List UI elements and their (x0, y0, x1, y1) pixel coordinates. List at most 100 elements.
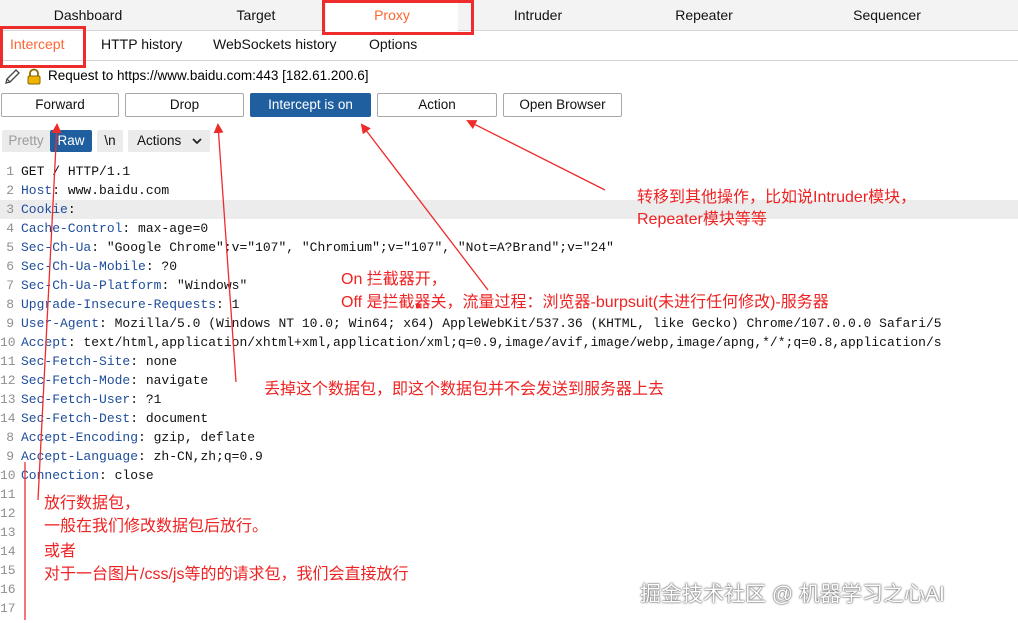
forward-note-line3: 或者 (44, 543, 77, 560)
editor-line[interactable]: 14 (0, 542, 1018, 561)
actions-menu-label: Actions (137, 133, 182, 148)
line-number: 14 (0, 544, 16, 559)
open-browser-button[interactable]: Open Browser (503, 93, 622, 117)
pencil-icon[interactable] (4, 68, 21, 85)
header-name: Upgrade-Insecure-Requests (21, 297, 217, 312)
header-value: : 1 (216, 297, 240, 312)
editor-line[interactable]: 9 User-Agent: Mozilla/5.0 (Windows NT 10.… (0, 314, 1018, 333)
newline-toggle[interactable]: \n (97, 130, 123, 152)
intercept-tab-highlight (0, 26, 86, 68)
line-content: Sec-Ch-Ua-Platform: "Windows" (21, 276, 247, 295)
header-name: GET (21, 164, 53, 179)
tab-http-history[interactable]: HTTP history (101, 31, 182, 61)
header-name: Accept (21, 335, 68, 350)
forward-note-line4: 对于一台图片/css/js等的的请求包，我们会直接放行 (44, 566, 409, 583)
header-value: : zh-CN,zh;q=0.9 (138, 449, 263, 464)
editor-line[interactable]: 1 GET / HTTP/1.1 (0, 162, 1018, 181)
proxy-sub-tab-bar: Intercept HTTP history WebSockets histor… (0, 31, 1018, 61)
line-content: Accept: text/html,application/xhtml+xml,… (21, 333, 942, 352)
editor-line[interactable]: 8 Accept-Encoding: gzip, deflate (0, 428, 1018, 447)
header-value: : none (130, 354, 178, 369)
line-content: Connection: close (21, 466, 154, 485)
drop-button[interactable]: Drop (125, 93, 244, 117)
line-number: 4 (6, 221, 14, 236)
line-number: 1 (6, 164, 14, 179)
chevron-down-icon (192, 138, 202, 145)
line-number: 14 (0, 411, 16, 426)
proxy-tab-highlight (322, 0, 474, 35)
line-number: 3 (6, 202, 14, 217)
header-name: Sec-Fetch-User (21, 392, 131, 407)
forward-note-line2: 一般在我们修改数据包后放行。 (44, 518, 269, 535)
header-value: : text/html,application/xhtml+xml,applic… (67, 335, 942, 350)
editor-line[interactable]: 14 Sec-Fetch-Dest: document (0, 409, 1018, 428)
line-content: Host: www.baidu.com (21, 181, 169, 200)
line-content: Sec-Ch-Ua-Mobile: ?0 (21, 257, 177, 276)
editor-line[interactable]: 10 Connection: close (0, 466, 1018, 485)
request-info: Request to https://www.baidu.com:443 [18… (0, 64, 1018, 88)
header-value: : Mozilla/5.0 (Windows NT 10.0; Win64; x… (99, 316, 942, 331)
top-tab-bar: Dashboard Target Proxy Intruder Repeater… (0, 0, 1018, 31)
header-value: : "Google Chrome";v="107", "Chromium";v=… (91, 240, 614, 255)
header-name: User-Agent (21, 316, 100, 331)
tab-options[interactable]: Options (369, 31, 417, 61)
line-content: Cookie: (21, 200, 76, 219)
line-content: Upgrade-Insecure-Requests: 1 (21, 295, 239, 314)
lock-icon (27, 68, 41, 85)
line-number: 17 (0, 601, 16, 616)
line-content: Sec-Fetch-User: ?1 (21, 390, 161, 409)
header-value: : gzip, deflate (138, 430, 256, 445)
forward-button[interactable]: Forward (1, 93, 119, 117)
line-content: Cache-Control: max-age=0 (21, 219, 208, 238)
editor-line[interactable]: 6 Sec-Ch-Ua-Mobile: ?0 (0, 257, 1018, 276)
intercept-toggle-button[interactable]: Intercept is on (250, 93, 371, 117)
line-number: 15 (0, 563, 16, 578)
line-number: 16 (0, 582, 16, 597)
intercept-note-line1: On 拦截器开， (341, 271, 447, 288)
raw-tab[interactable]: Raw (50, 130, 92, 152)
line-content: User-Agent: Mozilla/5.0 (Windows NT 10.0… (21, 314, 942, 333)
line-number: 7 (6, 278, 14, 293)
pretty-tab[interactable]: Pretty (2, 130, 50, 152)
header-name: Sec-Fetch-Dest (21, 411, 131, 426)
header-name: Accept-Language (21, 449, 139, 464)
editor-line[interactable]: 11 (0, 485, 1018, 504)
editor-line[interactable]: 9 Accept-Language: zh-CN,zh;q=0.9 (0, 447, 1018, 466)
editor-line[interactable]: 5 Sec-Ch-Ua: "Google Chrome";v="107", "Ch… (0, 238, 1018, 257)
editor-line[interactable]: 10 Accept: text/html,application/xhtml+xm… (0, 333, 1018, 352)
line-number: 10 (0, 335, 16, 350)
tab-sequencer[interactable]: Sequencer (790, 0, 984, 31)
header-name: Sec-Ch-Ua-Platform (21, 278, 162, 293)
header-value: : (67, 202, 76, 217)
line-content: GET / HTTP/1.1 (21, 162, 130, 181)
action-note-line2: Repeater模块等等 (637, 211, 767, 228)
line-number: 9 (6, 449, 14, 464)
editor-line[interactable]: 4 Cache-Control: max-age=0 (0, 219, 1018, 238)
header-value: : ?1 (130, 392, 162, 407)
header-value: : max-age=0 (122, 221, 209, 236)
action-button[interactable]: Action (377, 93, 497, 117)
editor-line[interactable]: 11 Sec-Fetch-Site: none (0, 352, 1018, 371)
header-name: Sec-Fetch-Site (21, 354, 131, 369)
forward-note-line1: 放行数据包， (44, 495, 141, 512)
intercept-note-line2: Off 是拦截器关，流量过程：浏览器-burpsuit(未进行任何修改)-服务器 (341, 294, 829, 311)
line-number: 2 (6, 183, 14, 198)
tab-repeater[interactable]: Repeater (618, 0, 790, 31)
header-value: : navigate (130, 373, 209, 388)
actions-menu[interactable]: Actions (128, 130, 210, 152)
line-content: Sec-Fetch-Mode: navigate (21, 371, 208, 390)
request-target: Request to https://www.baidu.com:443 [18… (48, 68, 369, 83)
tab-target[interactable]: Target (176, 0, 336, 31)
tab-intruder[interactable]: Intruder (458, 0, 618, 31)
line-content: Accept-Language: zh-CN,zh;q=0.9 (21, 447, 263, 466)
tab-websockets-history[interactable]: WebSockets history (213, 31, 336, 61)
header-name: Connection (21, 468, 100, 483)
line-number: 13 (0, 525, 16, 540)
header-name: Sec-Ch-Ua-Mobile (21, 259, 146, 274)
drop-note: 丢掉这个数据包，即这个数据包并不会发送到服务器上去 (264, 381, 665, 398)
line-number: 8 (6, 297, 14, 312)
line-number: 5 (6, 240, 14, 255)
header-value: : close (99, 468, 154, 483)
action-note-line1: 转移到其他操作，比如说Intruder模块， (637, 189, 917, 206)
header-value: / HTTP/1.1 (52, 164, 131, 179)
